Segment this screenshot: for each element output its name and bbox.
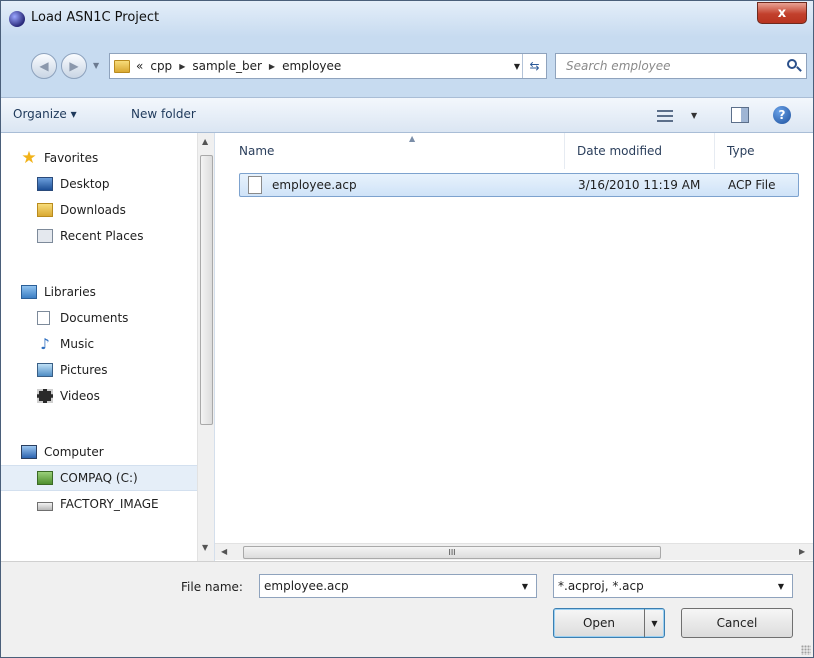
drive-icon xyxy=(37,501,53,511)
search-icon[interactable] xyxy=(785,57,803,75)
file-date: 3/16/2010 11:19 AM xyxy=(578,178,701,192)
help-icon[interactable]: ? xyxy=(773,106,791,124)
scrollbar-thumb[interactable] xyxy=(200,155,213,425)
forward-button[interactable]: ▶ xyxy=(61,53,87,79)
desktop-icon xyxy=(37,177,53,191)
breadcrumb-separator-icon[interactable]: ▶ xyxy=(179,62,185,71)
nav-item-desktop[interactable]: Desktop xyxy=(1,171,197,197)
downloads-folder-icon xyxy=(37,203,53,217)
resize-grip-icon[interactable] xyxy=(801,645,811,655)
address-bar[interactable]: « cpp ▶ sample_ber ▶ employee ▼ ⇆ xyxy=(109,53,547,79)
file-icon xyxy=(248,176,262,194)
nav-item-downloads[interactable]: Downloads xyxy=(1,197,197,223)
column-header-type[interactable]: Type xyxy=(715,133,813,169)
sort-ascending-icon: ▲ xyxy=(409,134,416,143)
organize-button[interactable]: Organize ▾ xyxy=(13,107,77,121)
new-folder-button[interactable]: New folder xyxy=(131,107,196,121)
breadcrumb-separator-icon[interactable]: ▶ xyxy=(269,62,275,71)
navigation-pane[interactable]: ★ Favorites Desktop Downloads Recent Pla… xyxy=(1,133,215,561)
computer-icon xyxy=(21,445,37,459)
recent-locations-chevron-icon[interactable]: ▼ xyxy=(93,61,99,70)
nav-item-recent-places[interactable]: Recent Places xyxy=(1,223,197,249)
app-icon xyxy=(9,11,25,27)
nav-item-favorites[interactable]: ★ Favorites xyxy=(1,145,197,171)
window-title: Load ASN1C Project xyxy=(31,10,160,25)
nav-item-compaq-c[interactable]: COMPAQ (C:) xyxy=(1,465,197,491)
nav-item-libraries[interactable]: Libraries xyxy=(1,279,197,305)
navigation-bar: ◀ ▶ ▼ « cpp ▶ sample_ber ▶ employee ▼ ⇆ … xyxy=(1,37,813,97)
file-name: employee.acp xyxy=(272,178,357,192)
title-bar[interactable]: Load ASN1C Project x xyxy=(1,1,813,37)
breadcrumb-overflow[interactable]: « xyxy=(136,59,143,73)
cancel-button[interactable]: Cancel xyxy=(681,608,793,638)
file-row[interactable]: employee.acp 3/16/2010 11:19 AM ACP File xyxy=(239,173,799,197)
drive-icon xyxy=(37,471,53,485)
forward-arrow-icon: ▶ xyxy=(69,59,79,73)
back-arrow-icon: ◀ xyxy=(39,59,49,73)
recent-places-icon xyxy=(37,229,53,243)
filter-dropdown-icon[interactable]: ▼ xyxy=(778,582,784,591)
browser-area: ★ Favorites Desktop Downloads Recent Pla… xyxy=(1,133,813,561)
pictures-icon xyxy=(37,363,53,377)
scroll-left-icon[interactable]: ◀ xyxy=(221,547,227,556)
file-name-label: File name: xyxy=(181,580,243,594)
file-open-dialog: Load ASN1C Project x ◀ ▶ ▼ « cpp ▶ sampl… xyxy=(0,0,814,658)
preview-pane-icon[interactable] xyxy=(731,107,749,123)
column-header-date-modified[interactable]: Date modified xyxy=(565,133,715,169)
libraries-icon xyxy=(21,285,37,299)
search-placeholder: Search employee xyxy=(566,59,671,73)
file-type: ACP File xyxy=(728,178,776,192)
breadcrumb-item[interactable]: cpp xyxy=(150,59,172,73)
refresh-icon[interactable]: ⇆ xyxy=(522,54,546,78)
open-button[interactable]: Open ▼ xyxy=(553,608,665,638)
nav-item-videos[interactable]: Videos xyxy=(1,383,197,409)
nav-item-computer[interactable]: Computer xyxy=(1,439,197,465)
scrollbar-thumb[interactable]: III xyxy=(243,546,661,559)
file-type-filter-select[interactable]: *.acproj, *.acp ▼ xyxy=(553,574,793,598)
search-input[interactable]: Search employee xyxy=(555,53,807,79)
dialog-footer: File name: employee.acp ▼ *.acproj, *.ac… xyxy=(1,561,813,657)
nav-item-music[interactable]: ♪ Music xyxy=(1,331,197,357)
scroll-up-icon[interactable]: ▲ xyxy=(202,137,208,146)
videos-icon xyxy=(37,389,53,403)
close-button[interactable]: x xyxy=(757,2,807,24)
open-options-dropdown-icon[interactable]: ▼ xyxy=(644,609,664,637)
file-name-input[interactable]: employee.acp ▼ xyxy=(259,574,537,598)
view-options-icon[interactable] xyxy=(657,109,673,123)
breadcrumb-item[interactable]: sample_ber xyxy=(192,59,262,73)
view-dropdown-icon[interactable]: ▼ xyxy=(691,111,697,120)
nav-item-factory-image[interactable]: FACTORY_IMAGE xyxy=(1,491,197,517)
file-list[interactable]: Name ▲ Date modified Type employee.acp 3… xyxy=(215,133,813,561)
folder-icon xyxy=(114,59,130,73)
nav-item-pictures[interactable]: Pictures xyxy=(1,357,197,383)
scroll-right-icon[interactable]: ▶ xyxy=(799,547,805,556)
back-button[interactable]: ◀ xyxy=(31,53,57,79)
scroll-down-icon[interactable]: ▼ xyxy=(202,543,208,552)
star-icon: ★ xyxy=(21,148,37,168)
file-list-scrollbar[interactable]: ◀ III ▶ xyxy=(215,543,813,560)
nav-item-documents[interactable]: Documents xyxy=(1,305,197,331)
file-name-dropdown-icon[interactable]: ▼ xyxy=(522,582,528,591)
address-dropdown-icon[interactable]: ▼ xyxy=(514,62,520,71)
documents-icon xyxy=(37,311,50,325)
nav-pane-scrollbar[interactable]: ▲ ▼ xyxy=(197,133,214,561)
breadcrumb-item[interactable]: employee xyxy=(282,59,341,73)
command-toolbar: Organize ▾ New folder ▼ ? xyxy=(1,97,813,133)
music-icon: ♪ xyxy=(40,335,50,353)
column-header-name[interactable]: Name ▲ xyxy=(227,133,565,169)
